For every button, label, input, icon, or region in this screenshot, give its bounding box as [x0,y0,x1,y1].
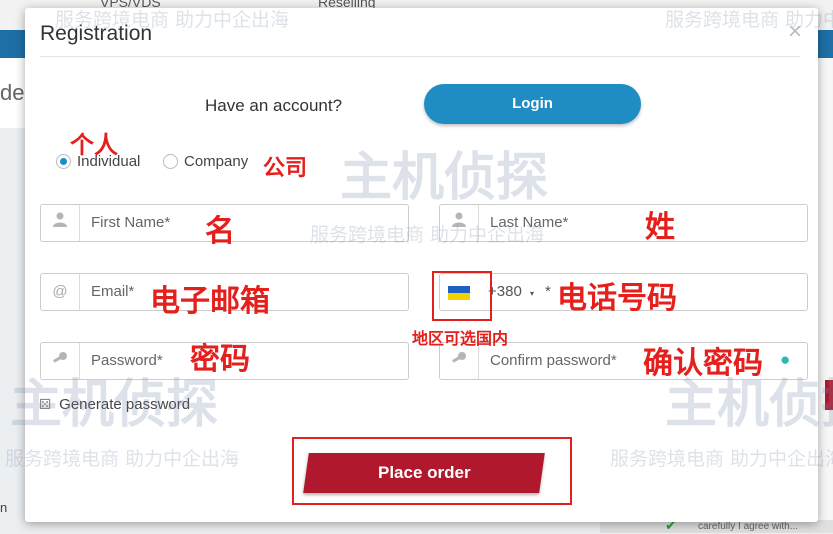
modal-title: Registration [40,22,153,45]
radio-company-control[interactable] [163,154,178,169]
login-button[interactable]: Login [424,84,641,124]
at-icon: @ [41,274,80,310]
annotation-region: 地区可选国内 [412,329,509,348]
generate-password-label: Generate password [59,396,191,413]
generate-password-link[interactable]: ⚄ Generate password [39,396,190,413]
background-terms-text: carefully I agree with... [698,521,799,532]
background-bottom-text: n [0,500,8,515]
radio-company[interactable]: Company [163,153,248,170]
background-red-tab [825,380,833,410]
annotation-company: 公司 [263,156,308,181]
annotation-password: 密码 [190,342,250,377]
key-icon [41,343,80,379]
annotation-place-order-highlight [292,437,572,505]
annotation-individual: 个人 [70,131,118,159]
annotation-email: 电子邮箱 [150,284,270,319]
radio-individual-control[interactable] [56,154,71,169]
annotation-first-name: 名 [205,214,235,249]
annotation-flag-highlight [432,271,492,321]
modal-divider [40,56,800,57]
radio-company-label: Company [184,153,249,170]
eye-icon[interactable]: ● [780,350,790,370]
annotation-last-name: 姓 [645,210,675,245]
have-account-text: Have an account? [205,96,343,115]
user-icon [440,205,479,241]
user-icon [41,205,80,241]
annotation-phone: 电话号码 [557,281,677,316]
last-name-input[interactable] [490,205,790,241]
last-name-field[interactable] [439,204,808,242]
background-left-text: de [0,80,25,105]
chevron-down-icon[interactable]: ▾ [530,289,534,298]
annotation-confirm-password: 确认密码 [643,346,763,381]
dice-icon: ⚄ [39,396,52,412]
phone-country-code[interactable]: +380 [488,274,522,310]
phone-required-mark: * [545,283,551,300]
first-name-input[interactable] [91,205,391,241]
close-icon[interactable]: × [788,18,802,46]
